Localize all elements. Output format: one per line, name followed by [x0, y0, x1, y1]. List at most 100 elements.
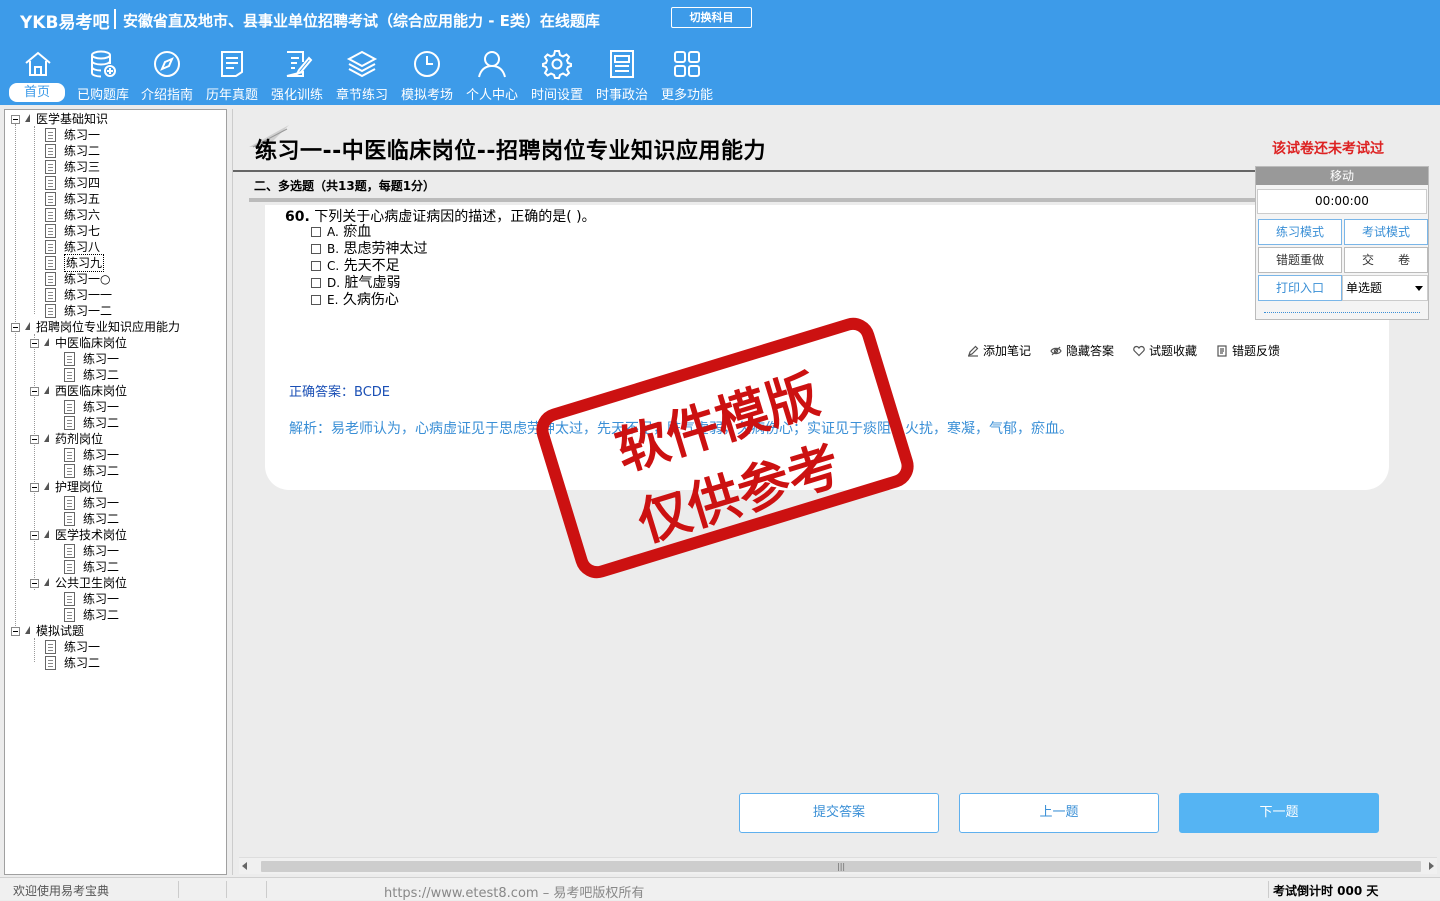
document-icon: [45, 144, 56, 158]
prev-question-button[interactable]: 上一题: [959, 793, 1159, 833]
favorite-button[interactable]: 试题收藏: [1133, 343, 1197, 359]
document-edit-icon: [45, 256, 56, 270]
nav-label: 首页: [9, 83, 65, 102]
collapse-toggle[interactable]: [11, 323, 20, 332]
nav-intensive[interactable]: 强化训练: [266, 46, 328, 104]
scroll-thumb[interactable]: |||: [261, 861, 1421, 872]
option-e[interactable]: E. 久病伤心: [311, 292, 399, 309]
print-button[interactable]: 打印入口: [1258, 275, 1342, 301]
collapse-toggle[interactable]: [30, 339, 39, 348]
status-divider: [178, 881, 179, 898]
user-icon: [476, 48, 508, 80]
switch-subject-button[interactable]: 切换科目: [671, 7, 752, 28]
collapse-toggle[interactable]: [30, 387, 39, 396]
hide-answer-button[interactable]: 隐藏答案: [1050, 343, 1114, 359]
timer-display: 00:00:00: [1257, 189, 1427, 214]
home-icon: [22, 48, 54, 80]
nav-purchased[interactable]: 已购题库: [72, 46, 134, 104]
folder-expanded-icon: [25, 626, 30, 634]
edit-doc-icon: [281, 48, 313, 80]
nav-label: 历年真题: [205, 88, 258, 103]
option-c[interactable]: C. 先天不足: [311, 258, 400, 275]
nav-past-papers[interactable]: 历年真题: [201, 46, 263, 104]
question-number: 60.: [285, 209, 310, 225]
heart-icon: [1133, 345, 1145, 357]
list-doc-icon: [216, 48, 248, 80]
collapse-toggle[interactable]: [11, 627, 20, 636]
copyright-url: https://www.etest8.com – 易考吧版权所有: [384, 886, 645, 901]
document-icon: [45, 656, 56, 670]
document-icon: [64, 512, 75, 526]
nav-chapter[interactable]: 章节练习: [331, 46, 393, 104]
redo-mistakes-button[interactable]: 错题重做: [1258, 247, 1342, 273]
brand-logo: YKB易考吧: [20, 13, 110, 33]
status-divider: [226, 881, 227, 898]
option-a[interactable]: A. 瘀血: [311, 224, 371, 241]
grid-icon: [671, 48, 703, 80]
pencil-icon: [967, 345, 979, 357]
chapter-tree[interactable]: 医学基础知识 练习一 练习二 练习三 练习四 练习五 练习六 练习七 练习八 练…: [4, 109, 227, 875]
option-checkbox[interactable]: [311, 261, 321, 271]
document-icon: [64, 448, 75, 462]
scroll-left-icon[interactable]: [242, 862, 247, 870]
collapse-toggle[interactable]: [30, 531, 39, 540]
collapse-toggle[interactable]: [30, 579, 39, 588]
practice-mode-button[interactable]: 练习模式: [1258, 219, 1342, 245]
exam-mode-button[interactable]: 考试模式: [1344, 219, 1428, 245]
add-note-button[interactable]: 添加笔记: [967, 343, 1031, 359]
document-icon: [64, 352, 75, 366]
nav-current-affairs[interactable]: 时事政治: [591, 46, 653, 104]
next-question-button[interactable]: 下一题: [1179, 793, 1379, 833]
status-divider: [1268, 881, 1269, 898]
horizontal-scrollbar[interactable]: |||: [239, 857, 1437, 874]
folder-expanded-icon: [44, 578, 49, 586]
section-heading: 二、多选题（共13题，每题1分）: [254, 179, 436, 193]
error-feedback-button[interactable]: 错题反馈: [1216, 343, 1280, 359]
document-icon: [45, 192, 56, 206]
nav-more[interactable]: 更多功能: [656, 46, 718, 104]
compass-icon: [151, 48, 183, 80]
nav-time-settings[interactable]: 时间设置: [526, 46, 588, 104]
option-d[interactable]: D. 脏气虚弱: [311, 275, 401, 292]
document-icon: [45, 160, 56, 174]
document-icon: [64, 544, 75, 558]
eye-hidden-icon: [1050, 345, 1062, 357]
exam-control-panel[interactable]: 移动 00:00:00 练习模式 考试模式 错题重做 交 卷 打印入口 单选题: [1255, 166, 1429, 320]
move-handle[interactable]: 移动: [1256, 167, 1428, 185]
tree-guide: [15, 124, 16, 630]
nav-label: 个人中心: [465, 88, 518, 103]
document-icon: [64, 560, 75, 574]
question-stem: 60. 下列关于心病虚证病因的描述，正确的是( )。: [285, 206, 596, 226]
collapse-toggle[interactable]: [30, 435, 39, 444]
submit-answer-button[interactable]: 提交答案: [739, 793, 939, 833]
document-icon: [64, 464, 75, 478]
app-header: YKB易考吧 安徽省直及地市、县事业单位招聘考试（综合应用能力 - E类）在线题…: [0, 0, 1440, 105]
welcome-text: 欢迎使用易考宝典: [13, 884, 110, 898]
question-text: 下列关于心病虚证病因的描述，正确的是( )。: [314, 209, 596, 225]
document-icon: [45, 176, 56, 190]
panel-slider[interactable]: [1264, 307, 1420, 313]
option-checkbox[interactable]: [311, 295, 321, 305]
tree-guide: [34, 126, 35, 314]
question-type-select[interactable]: 单选题: [1342, 275, 1428, 301]
nav-profile[interactable]: 个人中心: [461, 46, 523, 104]
section-divider: [249, 198, 1271, 202]
exam-countdown: 考试倒计时 000 天: [1273, 884, 1379, 898]
option-checkbox[interactable]: [311, 278, 321, 288]
scroll-right-icon[interactable]: [1429, 862, 1434, 870]
nav-home[interactable]: 首页: [7, 46, 69, 104]
document-icon: [64, 608, 75, 622]
collapse-toggle[interactable]: [11, 115, 20, 124]
option-checkbox[interactable]: [311, 227, 321, 237]
document-icon: [45, 640, 56, 654]
nav-label: 已购题库: [76, 88, 129, 103]
submit-paper-button[interactable]: 交 卷: [1344, 247, 1428, 273]
nav-guide[interactable]: 介绍指南: [136, 46, 198, 104]
nav-mock-exam[interactable]: 模拟考场: [396, 46, 458, 104]
option-checkbox[interactable]: [311, 244, 321, 254]
collapse-toggle[interactable]: [30, 483, 39, 492]
document-icon: [45, 208, 56, 222]
folder-expanded-icon: [25, 322, 30, 330]
folder-expanded-icon: [44, 338, 49, 346]
option-b[interactable]: B. 思虑劳神太过: [311, 241, 428, 258]
